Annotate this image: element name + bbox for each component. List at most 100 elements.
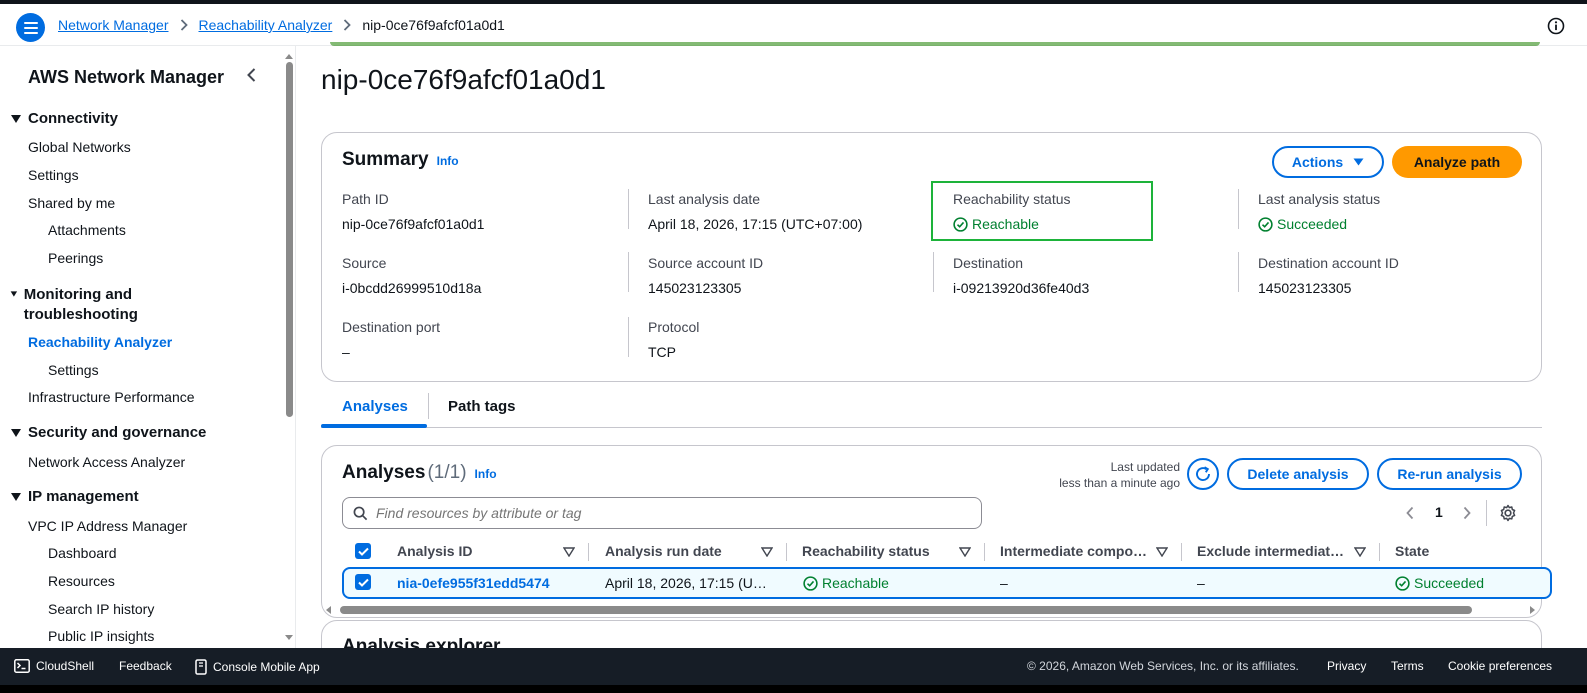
active-tab-indicator [321,424,427,428]
path-id-value: nip-0ce76f9afcf01a0d1 [342,216,485,232]
sidebar-item-shared-by-me[interactable]: Shared by me [28,195,115,211]
tab-analyses[interactable]: Analyses [342,398,408,415]
refresh-button[interactable] [1187,458,1219,490]
breadcrumb-network-manager[interactable]: Network Manager [58,17,169,33]
menu-button[interactable] [16,13,45,42]
sidebar-item-settings[interactable]: Settings [28,167,79,183]
protocol-value: TCP [648,344,676,360]
scroll-down-icon[interactable] [284,634,294,642]
summary-info-link[interactable]: Info [437,154,459,168]
analysis-id-link[interactable]: nia-0efe955f31edd5474 [397,575,550,591]
destination-account-label: Destination account ID [1258,255,1399,271]
chevron-left-icon[interactable] [1405,506,1415,520]
row-checkbox[interactable] [355,574,371,590]
column-analysis-id[interactable]: Analysis ID [397,543,472,559]
sidebar-section-connectivity[interactable]: Connectivity [10,110,118,127]
scroll-left-icon[interactable] [325,605,332,615]
protocol-label: Protocol [648,319,700,335]
column-reachability-status[interactable]: Reachability status [802,543,930,559]
last-analysis-status-value: Succeeded [1258,216,1347,232]
run-date-cell: April 18, 2026, 17:15 (U… [605,575,767,591]
actions-button[interactable]: Actions [1272,146,1384,178]
sidebar-item-peerings[interactable]: Peerings [48,250,103,266]
sidebar-item-attachments[interactable]: Attachments [48,222,126,238]
column-divider [984,543,985,561]
sidebar-item-dashboard[interactable]: Dashboard [48,545,117,561]
select-all-checkbox[interactable] [355,543,371,559]
console-mobile-label: Console Mobile App [213,660,320,674]
breadcrumb-reachability-analyzer[interactable]: Reachability Analyzer [199,17,333,33]
cloudshell-label: CloudShell [36,659,95,673]
column-state[interactable]: State [1395,543,1429,559]
sort-down-icon[interactable] [959,547,971,557]
section-label: Security and governance [28,424,207,441]
cookie-preferences-link[interactable]: Cookie preferences [1448,659,1552,673]
sidebar-section-ip-management[interactable]: IP management [10,488,139,505]
sidebar-item-infrastructure-performance[interactable]: Infrastructure Performance [28,389,195,405]
column-intermediate-components[interactable]: Intermediate compo… [1000,543,1147,559]
sidebar-item-global-networks[interactable]: Global Networks [28,139,131,155]
privacy-link[interactable]: Privacy [1327,659,1366,673]
status-text: Succeeded [1277,216,1348,232]
sidebar-item-search-ip-history[interactable]: Search IP history [48,601,154,617]
sidebar-item-vpc-ipam[interactable]: VPC IP Address Manager [28,518,187,534]
analyses-info-link[interactable]: Info [475,467,497,481]
console-mobile-app-link[interactable]: Console Mobile App [195,659,320,675]
gear-icon[interactable] [1499,504,1517,522]
search-input[interactable] [376,505,956,521]
sidebar-item-ra-settings[interactable]: Settings [48,362,99,378]
bottom-edge [0,685,1587,693]
chevron-right-icon [180,19,188,31]
sidebar-item-reachability-analyzer[interactable]: Reachability Analyzer [28,334,172,350]
summary-heading: Summary Info [342,149,459,171]
column-divider [1238,252,1239,292]
analyses-heading: Analyses (1/1) Info [342,462,497,484]
sidebar-title: AWS Network Manager [28,67,225,87]
sidebar-item-public-ip-insights[interactable]: Public IP insights [48,628,154,644]
info-icon[interactable] [1547,17,1565,35]
column-run-date[interactable]: Analysis run date [605,543,722,559]
column-divider [786,543,787,561]
tab-bar: Analyses Path tags [321,390,1542,428]
sidebar-section-security[interactable]: Security and governance [10,424,206,441]
sort-down-icon[interactable] [563,547,575,557]
sort-down-icon[interactable] [761,547,773,557]
sidebar-item-network-access-analyzer[interactable]: Network Access Analyzer [28,454,185,470]
terms-link[interactable]: Terms [1391,659,1424,673]
scroll-right-icon[interactable] [1529,605,1536,615]
source-account-value: 145023123305 [648,280,742,296]
destination-port-label: Destination port [342,319,441,335]
breadcrumb-current: nip-0ce76f9afcf01a0d1 [362,17,505,33]
chevron-right-icon [343,19,352,31]
page-number[interactable]: 1 [1435,504,1443,520]
delete-analysis-button[interactable]: Delete analysis [1227,458,1369,490]
search-field[interactable] [342,497,982,529]
column-exclude-intermediate[interactable]: Exclude intermediat… [1197,543,1344,559]
last-updated-value: less than a minute ago [1059,476,1180,490]
sidebar-section-monitoring[interactable]: Monitoring and troubleshooting [10,285,170,325]
last-updated: Last updated less than a minute ago [1040,459,1180,491]
chevron-left-icon[interactable] [244,67,260,83]
tab-separator [428,393,429,419]
analyze-path-button[interactable]: Analyze path [1392,146,1522,178]
sidebar-item-resources[interactable]: Resources [48,573,115,589]
source-label: Source [342,255,387,271]
section-label: Monitoring and troubleshooting [23,286,138,323]
analyses-title: Analyses [342,462,426,483]
tab-path-tags[interactable]: Path tags [448,398,516,415]
column-divider [1181,543,1182,561]
table-horizontal-scrollbar[interactable] [340,606,1472,614]
caret-down-icon [10,291,18,297]
destination-port-value: – [342,344,350,360]
sort-down-icon[interactable] [1354,547,1366,557]
sidebar-scrollbar[interactable] [286,62,293,417]
column-divider [1238,189,1239,229]
cloudshell-button[interactable]: CloudShell [14,659,94,673]
sort-down-icon[interactable] [1156,547,1168,557]
scroll-up-icon[interactable] [284,52,294,60]
feedback-link[interactable]: Feedback [119,659,172,673]
rerun-analysis-button[interactable]: Re-run analysis [1377,458,1522,490]
status-text: Succeeded [1414,575,1485,591]
page-title: nip-0ce76f9afcf01a0d1 [321,64,606,95]
chevron-right-icon[interactable] [1462,506,1472,520]
